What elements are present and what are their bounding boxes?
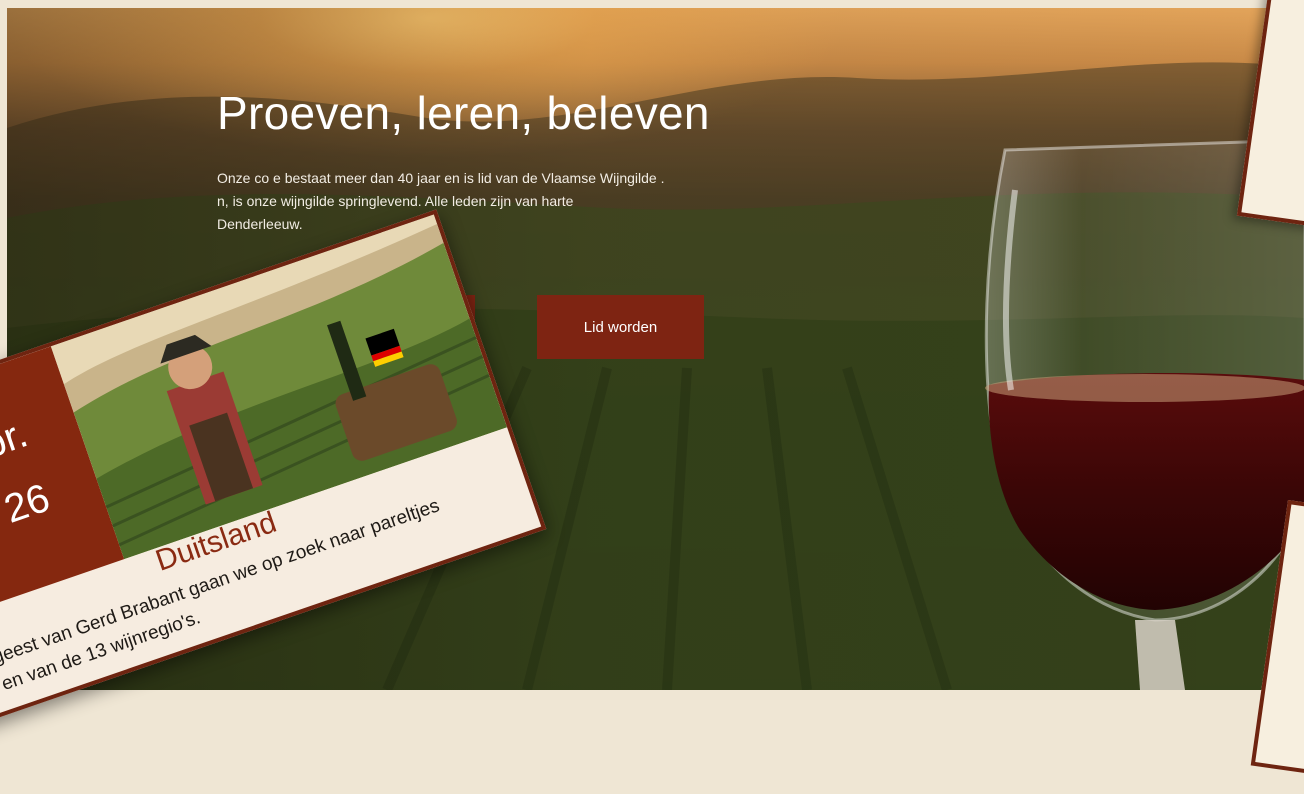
hero-title: Proeven, leren, beleven: [217, 87, 710, 139]
intro-line-3: Denderleeuw.: [217, 216, 303, 232]
intro-line-2: n, is onze wijngilde springlevend. Alle …: [217, 193, 574, 209]
intro-line-1: Onze co e bestaat meer dan 40 jaar en is…: [217, 170, 665, 186]
event-date-month: pr.: [0, 411, 34, 468]
hero-intro-text: Onze co e bestaat meer dan 40 jaar en is…: [217, 167, 857, 236]
join-button[interactable]: Lid worden: [537, 295, 704, 359]
event-date-year: 26: [0, 475, 56, 532]
